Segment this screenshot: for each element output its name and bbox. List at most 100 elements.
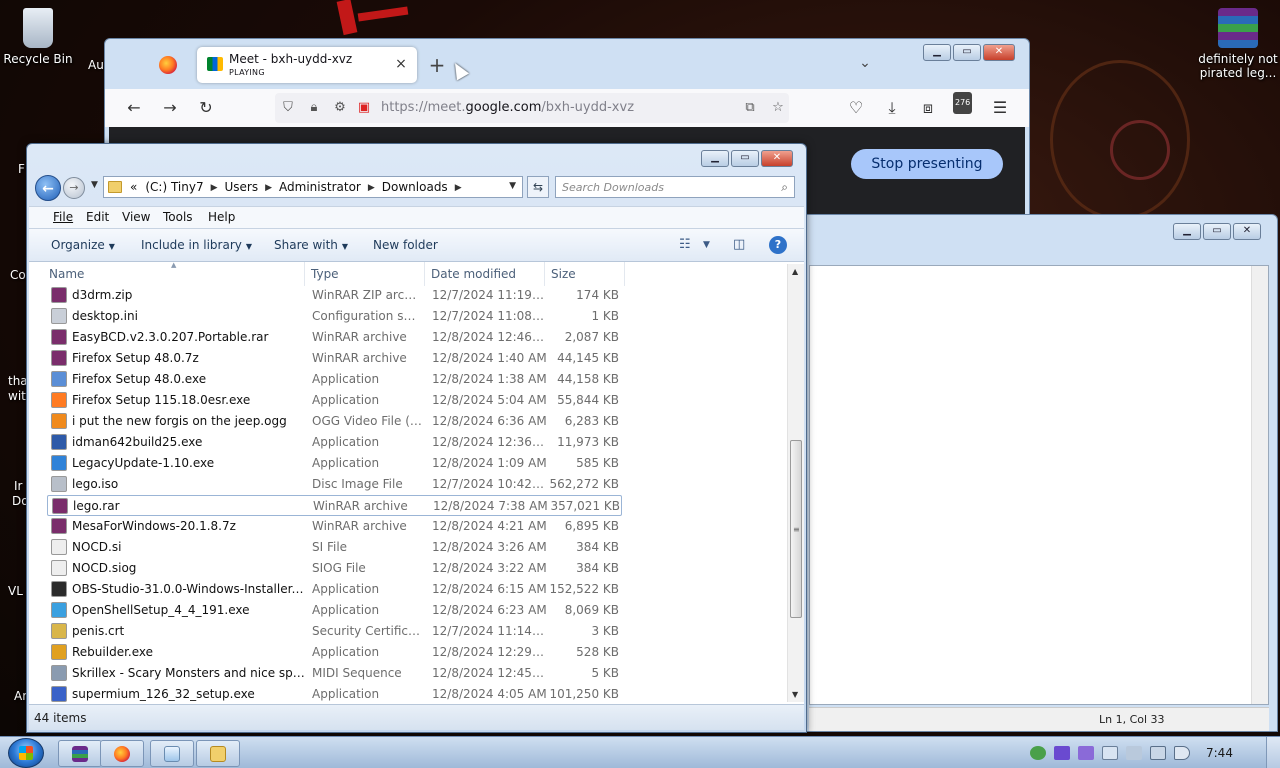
bookmark-star-icon[interactable]: ☆ — [769, 99, 787, 117]
table-row[interactable]: MesaForWindows-20.1.8.7z WinRAR archive 12… — [47, 516, 622, 537]
back-arrow-icon[interactable]: ← — [35, 175, 61, 201]
table-row[interactable]: NOCD.siog SIOG File 12/8/2024 3:22 AM 384 K… — [47, 558, 622, 579]
scrollbar-thumb[interactable]: ≡ — [790, 440, 802, 618]
close-button[interactable]: ✕ — [1233, 223, 1261, 240]
breadcrumb-downloads[interactable]: Downloads — [378, 180, 452, 196]
desktop-icon-partial-label[interactable]: Co — [10, 268, 26, 282]
chevron-right-icon[interactable]: ▶ — [365, 180, 378, 196]
organize-button[interactable]: Organize ▼ — [51, 238, 115, 252]
new-folder-button[interactable]: New folder — [373, 238, 438, 252]
scroll-up-icon[interactable]: ▲ — [792, 267, 798, 276]
table-row[interactable]: d3drm.zip WinRAR ZIP archive 12/7/2024 11:… — [47, 285, 622, 306]
desktop-icon-partial-label[interactable]: tha — [8, 374, 28, 388]
lock-icon[interactable]: 🔒︎ — [305, 99, 323, 117]
breadcrumb-drive[interactable]: (C:) Tiny7 — [141, 180, 207, 196]
help-icon[interactable]: ? — [769, 236, 787, 254]
minimize-button[interactable]: ▁ — [923, 44, 951, 61]
forward-arrow-icon[interactable]: → — [63, 177, 85, 199]
table-row[interactable]: OBS-Studio-31.0.0-Windows-Installer.exe A… — [47, 579, 622, 600]
breadcrumb-users[interactable]: Users — [221, 180, 263, 196]
scroll-down-icon[interactable]: ▼ — [792, 690, 798, 699]
minimize-button[interactable]: ▁ — [701, 150, 729, 167]
breadcrumb-administrator[interactable]: Administrator — [275, 180, 365, 196]
table-row[interactable]: Skrillex - Scary Monsters and nice split… — [47, 663, 622, 684]
vertical-scrollbar[interactable]: ▲ ≡ ▼ — [787, 264, 804, 702]
menu-file[interactable]: File — [53, 210, 73, 224]
taskbar-explorer[interactable] — [196, 740, 240, 767]
forward-button[interactable]: → — [159, 97, 181, 119]
clipboard-icon[interactable] — [1102, 746, 1118, 760]
table-row[interactable]: OpenShellSetup_4_4_191.exe Application 12/… — [47, 600, 622, 621]
table-row[interactable]: lego.rar WinRAR archive 12/8/2024 7:38 AM 3… — [47, 495, 622, 516]
volume-icon[interactable] — [1174, 746, 1190, 760]
chevron-down-icon[interactable]: ▼ — [703, 240, 710, 250]
view-options-icon[interactable]: ☷ — [679, 237, 691, 252]
table-row[interactable]: LegacyUpdate-1.10.exe Application 12/8/202… — [47, 453, 622, 474]
permissions-icon[interactable]: ⚙ — [331, 99, 349, 117]
maximize-button[interactable]: ▭ — [953, 44, 981, 61]
menu-edit[interactable]: Edit — [86, 210, 109, 224]
search-icon[interactable]: ⌕ — [781, 180, 788, 195]
microphone-icon[interactable] — [1054, 746, 1070, 760]
stop-presenting-button[interactable]: Stop presenting — [851, 149, 1003, 179]
close-button[interactable]: ✕ — [761, 150, 793, 167]
desktop-icon-partial-label[interactable]: F — [18, 162, 25, 176]
menu-view[interactable]: View — [122, 210, 150, 224]
firefox-logo-icon[interactable] — [159, 56, 177, 74]
table-row[interactable]: desktop.ini Configuration sett... 12/7/202… — [47, 306, 622, 327]
tab-meet[interactable]: Meet - bxh-uydd-xvz PLAYING × — [197, 47, 417, 83]
list-all-tabs-button[interactable]: ⌄ — [855, 55, 875, 75]
desktop-icon-partial-label[interactable]: wit — [8, 389, 26, 403]
reload-button[interactable]: ↻ — [195, 97, 217, 119]
chevron-right-icon[interactable]: ▶ — [452, 180, 465, 196]
table-row[interactable]: Firefox Setup 48.0.7z WinRAR archive 12/8/… — [47, 348, 622, 369]
show-desktop-button[interactable] — [1266, 737, 1280, 768]
column-header-date-modified[interactable]: Date modified — [425, 262, 545, 286]
desktop-icon-partial-label[interactable]: Au — [88, 58, 104, 72]
picture-in-picture-icon[interactable]: ⧉ — [741, 99, 759, 117]
table-row[interactable]: penis.crt Security Certificate 12/7/2024 1… — [47, 621, 622, 642]
desktop-icon-recycle-bin[interactable]: Recycle Bin — [0, 8, 76, 66]
maximize-button[interactable]: ▭ — [1203, 223, 1231, 240]
new-tab-button[interactable]: + — [423, 51, 451, 79]
refresh-button[interactable]: ⇆ — [527, 176, 549, 198]
share-with-button[interactable]: Share with ▼ — [274, 238, 348, 252]
chevron-down-icon[interactable]: ▼ — [509, 181, 516, 191]
network-globe-icon[interactable] — [1030, 746, 1046, 760]
taskbar-winrar[interactable] — [58, 740, 102, 767]
taskbar-notepad[interactable] — [150, 740, 194, 767]
column-header-name[interactable]: ▲ Name — [29, 261, 305, 286]
recent-pages-dropdown[interactable]: ▼ — [91, 180, 98, 190]
chevron-right-icon[interactable]: ▶ — [262, 180, 275, 196]
downloads-icon[interactable]: ⤓ — [881, 97, 903, 119]
breadcrumb-overflow[interactable]: « — [126, 180, 141, 196]
table-row[interactable]: NOCD.si SI File 12/8/2024 3:26 AM 384 KB — [47, 537, 622, 558]
chevron-right-icon[interactable]: ▶ — [208, 180, 221, 196]
clock[interactable]: 7:44 — [1206, 746, 1233, 760]
shield-icon[interactable]: ⛉ — [279, 99, 297, 117]
extensions-icon[interactable]: ⧈ — [917, 97, 939, 119]
network-icon[interactable] — [1150, 746, 1166, 760]
url-bar[interactable]: ⛉ 🔒︎ ⚙ ▣ https://meet.google.com/bxh-uyd… — [275, 93, 789, 123]
table-row[interactable]: supermium_126_32_setup.exe Application 12/… — [47, 684, 622, 705]
table-row[interactable]: Rebuilder.exe Application 12/8/2024 12:29 … — [47, 642, 622, 663]
start-button[interactable] — [8, 738, 44, 768]
address-bar[interactable]: « (C:) Tiny7 ▶ Users ▶ Administrator ▶ D… — [103, 176, 523, 198]
ublock-icon[interactable]: ⛊276 — [953, 92, 975, 119]
action-center-flag-icon[interactable] — [1126, 746, 1142, 760]
table-row[interactable]: Firefox Setup 48.0.exe Application 12/8/20… — [47, 369, 622, 390]
vertical-scrollbar[interactable] — [1251, 266, 1268, 704]
minimize-button[interactable]: ▁ — [1173, 223, 1201, 240]
taskbar-firefox[interactable] — [100, 740, 144, 767]
menu-tools[interactable]: Tools — [163, 210, 193, 224]
pocket-icon[interactable]: ♡ — [845, 97, 867, 119]
desktop-icon-archive[interactable]: definitely not pirated leg... — [1198, 8, 1278, 80]
menu-icon[interactable]: ☰ — [989, 97, 1011, 119]
desktop-icon-partial-label[interactable]: Ir — [14, 479, 22, 493]
menu-help[interactable]: Help — [208, 210, 235, 224]
search-input[interactable]: Search Downloads ⌕ — [555, 176, 795, 198]
table-row[interactable]: lego.iso Disc Image File 12/7/2024 10:42 P… — [47, 474, 622, 495]
column-header-size[interactable]: Size — [545, 262, 625, 286]
column-header-type[interactable]: Type — [305, 262, 425, 286]
table-row[interactable]: EasyBCD.v2.3.0.207.Portable.rar WinRAR ar… — [47, 327, 622, 348]
